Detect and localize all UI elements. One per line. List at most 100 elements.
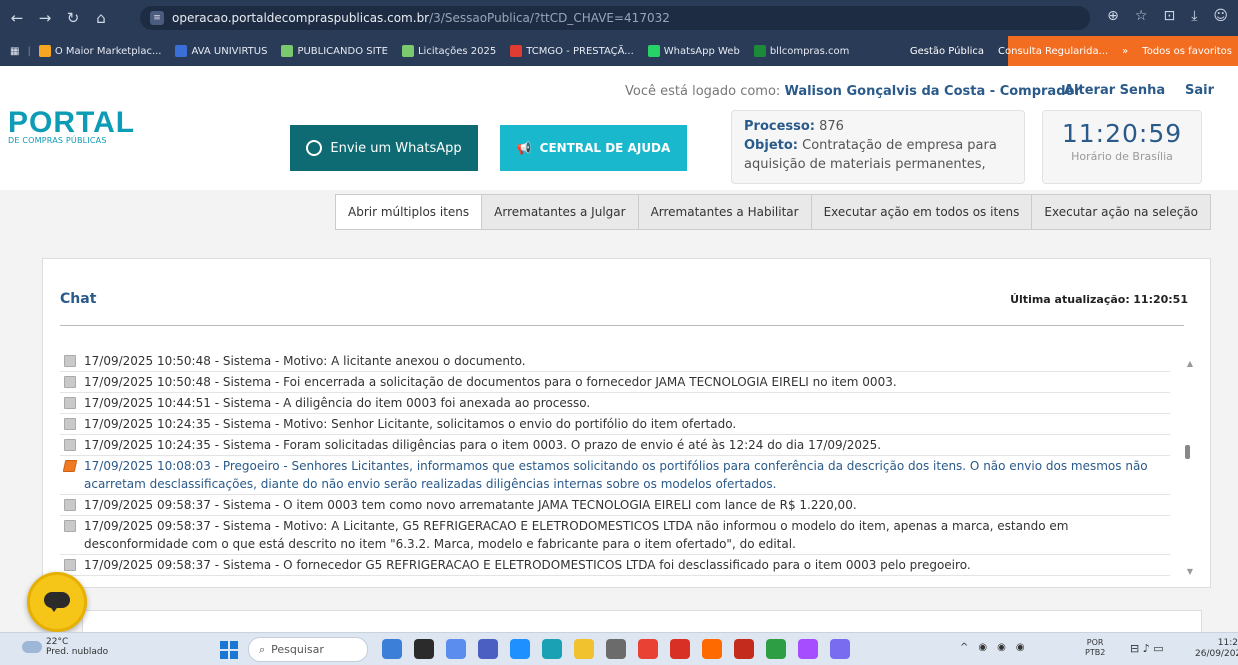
chat-message-text: 17/09/2025 09:58:37 - Sistema - O item 0… (84, 498, 857, 512)
megaphone-icon: 📢 (516, 141, 532, 155)
weather-widget[interactable]: 22°C Pred. nublado (22, 637, 108, 657)
chat-message-text: 17/09/2025 10:44:51 - Sistema - A diligê… (84, 396, 591, 410)
chat-message: 17/09/2025 09:58:37 - Sistema - O item 0… (60, 495, 1170, 516)
download-icon[interactable]: ⤓ (1191, 8, 1197, 24)
taskbar-app-icon[interactable] (638, 639, 658, 659)
bookmark-label: TCMGO - PRESTAÇÃ... (526, 45, 634, 57)
taskbar-app-icon[interactable] (382, 639, 402, 659)
page: Você está logado como: Walison Gonçalvis… (0, 66, 1238, 632)
process-info: Processo: 876 Objeto: Contratação de emp… (731, 110, 1025, 184)
chat-message: 17/09/2025 10:50:48 - Sistema - Motivo: … (60, 351, 1170, 372)
execute-selection-button[interactable]: Executar ação na seleção (1031, 194, 1211, 230)
tray-app-icon[interactable]: ◉ (997, 642, 1006, 653)
bidders-to-judge-button[interactable]: Arrematantes a Julgar (481, 194, 639, 230)
more-bookmarks-icon[interactable]: » (1122, 46, 1128, 57)
zoom-icon[interactable]: ⊕ (1107, 8, 1119, 24)
chat-title: Chat (60, 291, 97, 307)
extensions-icon[interactable]: ⊡ (1163, 8, 1175, 24)
taskbar: 22°C Pred. nublado ⌕ Pesquisar ^ ◉ ◉ ◉ PO… (0, 632, 1238, 665)
chat-last-update: Última atualização: 11:20:51 (1010, 293, 1188, 306)
language-indicator[interactable]: POR PTB2 (1085, 638, 1105, 658)
taskbar-app-icon[interactable] (830, 639, 850, 659)
bookmark-item[interactable]: Licitações 2025 (401, 45, 496, 57)
bookmark-item[interactable]: PUBLICANDO SITE (281, 45, 388, 57)
system-icon (64, 499, 76, 511)
home-icon[interactable]: ⌂ (90, 9, 112, 27)
system-icon (64, 397, 76, 409)
bookmark-gestao[interactable]: Gestão Pública (910, 46, 984, 57)
chat-message: 17/09/2025 10:44:51 - Sistema - A diligê… (60, 393, 1170, 414)
process-number: 876 (819, 119, 844, 134)
action-bar: Abrir múltiplos itens Arrematantes a Jul… (335, 194, 1211, 230)
scroll-up-icon[interactable]: ▲ (1187, 359, 1193, 368)
taskbar-apps (382, 639, 850, 659)
chat-message: 17/09/2025 10:08:03 - Pregoeiro - Senhor… (60, 456, 1170, 495)
taskbar-app-icon[interactable] (574, 639, 594, 659)
bookmark-label: O Maior Marketplac... (54, 45, 162, 57)
whatsapp-button[interactable]: Envie um WhatsApp (290, 125, 478, 171)
volume-network-icons[interactable]: ⊟ ♪ ▭ (1130, 642, 1164, 655)
tray-app-icon[interactable]: ◉ (1016, 642, 1025, 653)
bookmark-favicon-icon (175, 45, 188, 57)
taskbar-app-icon[interactable] (766, 639, 786, 659)
start-button[interactable] (220, 641, 238, 659)
taskbar-app-icon[interactable] (798, 639, 818, 659)
logged-user-name: Walison Gonçalvis da Costa - Comprador (784, 84, 1081, 99)
cloud-icon (22, 641, 42, 653)
address-bar[interactable]: ≡ operacao.portaldecompraspublicas.com.b… (140, 6, 1090, 30)
site-info-icon[interactable]: ≡ (150, 11, 164, 25)
open-multiple-items-button[interactable]: Abrir múltiplos itens (335, 194, 483, 230)
logout-link[interactable]: Sair (1185, 83, 1214, 98)
taskbar-app-icon[interactable] (542, 639, 562, 659)
taskbar-app-icon[interactable] (606, 639, 626, 659)
taskbar-app-icon[interactable] (446, 639, 466, 659)
taskbar-app-icon[interactable] (510, 639, 530, 659)
bookmark-item[interactable]: AVA UNIVIRTUS (175, 45, 267, 57)
taskbar-app-icon[interactable] (670, 639, 690, 659)
forward-icon[interactable]: → (34, 9, 56, 27)
system-icon (64, 355, 76, 367)
tray-chevron-icon[interactable]: ^ (960, 642, 968, 653)
clock-time: 11:20:59 (1061, 119, 1183, 148)
bookmark-favicon-icon (401, 45, 414, 57)
reload-icon[interactable]: ↻ (62, 9, 84, 27)
divider (60, 325, 1184, 326)
logged-user-info: Você está logado como: Walison Gonçalvis… (625, 84, 1081, 99)
bookmark-item[interactable]: TCMGO - PRESTAÇÃ... (510, 45, 634, 57)
tray-app-icon[interactable]: ◉ (978, 642, 987, 653)
chat-bubble-button[interactable] (27, 572, 87, 632)
change-password-link[interactable]: Alterar Senha (1064, 83, 1165, 98)
help-center-button[interactable]: 📢 CENTRAL DE AJUDA (500, 125, 687, 171)
chat-message: 17/09/2025 09:58:37 - Sistema - Motivo: … (60, 516, 1170, 555)
taskbar-app-icon[interactable] (414, 639, 434, 659)
back-icon[interactable]: ← (6, 9, 28, 27)
bookmark-item[interactable]: O Maior Marketplac... (38, 45, 162, 57)
all-bookmarks[interactable]: Todos os favoritos (1142, 46, 1232, 57)
scroll-down-icon[interactable]: ▼ (1187, 567, 1193, 576)
taskbar-app-icon[interactable] (702, 639, 722, 659)
taskbar-app-icon[interactable] (734, 639, 754, 659)
clock-date[interactable]: 11:2 26/09/202 (1195, 638, 1238, 660)
execute-all-items-button[interactable]: Executar ação em todos os itens (810, 194, 1033, 230)
system-tray: ^ ◉ ◉ ◉ (960, 642, 1025, 653)
bookmark-label: AVA UNIVIRTUS (191, 45, 268, 57)
apps-grid-icon[interactable]: ▦ (10, 46, 19, 57)
system-icon (64, 418, 76, 430)
bookmark-star-icon[interactable]: ☆ (1135, 8, 1148, 24)
system-icon (64, 439, 76, 451)
bookmark-item[interactable]: WhatsApp Web (647, 45, 740, 57)
taskbar-search[interactable]: ⌕ Pesquisar (248, 637, 368, 662)
chat-bubble-tail (49, 605, 59, 612)
taskbar-app-icon[interactable] (478, 639, 498, 659)
bidders-to-qualify-button[interactable]: Arrematantes a Habilitar (637, 194, 812, 230)
scrollbar-thumb[interactable] (1185, 445, 1190, 459)
chat-messages[interactable]: 17/09/2025 10:50:48 - Sistema - Motivo: … (60, 351, 1170, 576)
profile-icon[interactable]: ☺ (1213, 8, 1228, 24)
chat-panel: Chat Última atualização: 11:20:51 17/09/… (42, 258, 1211, 588)
bookmark-item[interactable]: bllcompras.com (753, 45, 849, 57)
bookmark-consulta[interactable]: Consulta Regularida... (998, 46, 1108, 57)
chat-message-text: 17/09/2025 10:24:35 - Sistema - Motivo: … (84, 417, 737, 431)
portal-logo[interactable]: PORTAL DE COMPRAS PÚBLICAS (8, 106, 135, 145)
system-icon (64, 559, 76, 571)
bookmarks-right: Gestão Pública Consulta Regularida... » … (910, 36, 1238, 66)
